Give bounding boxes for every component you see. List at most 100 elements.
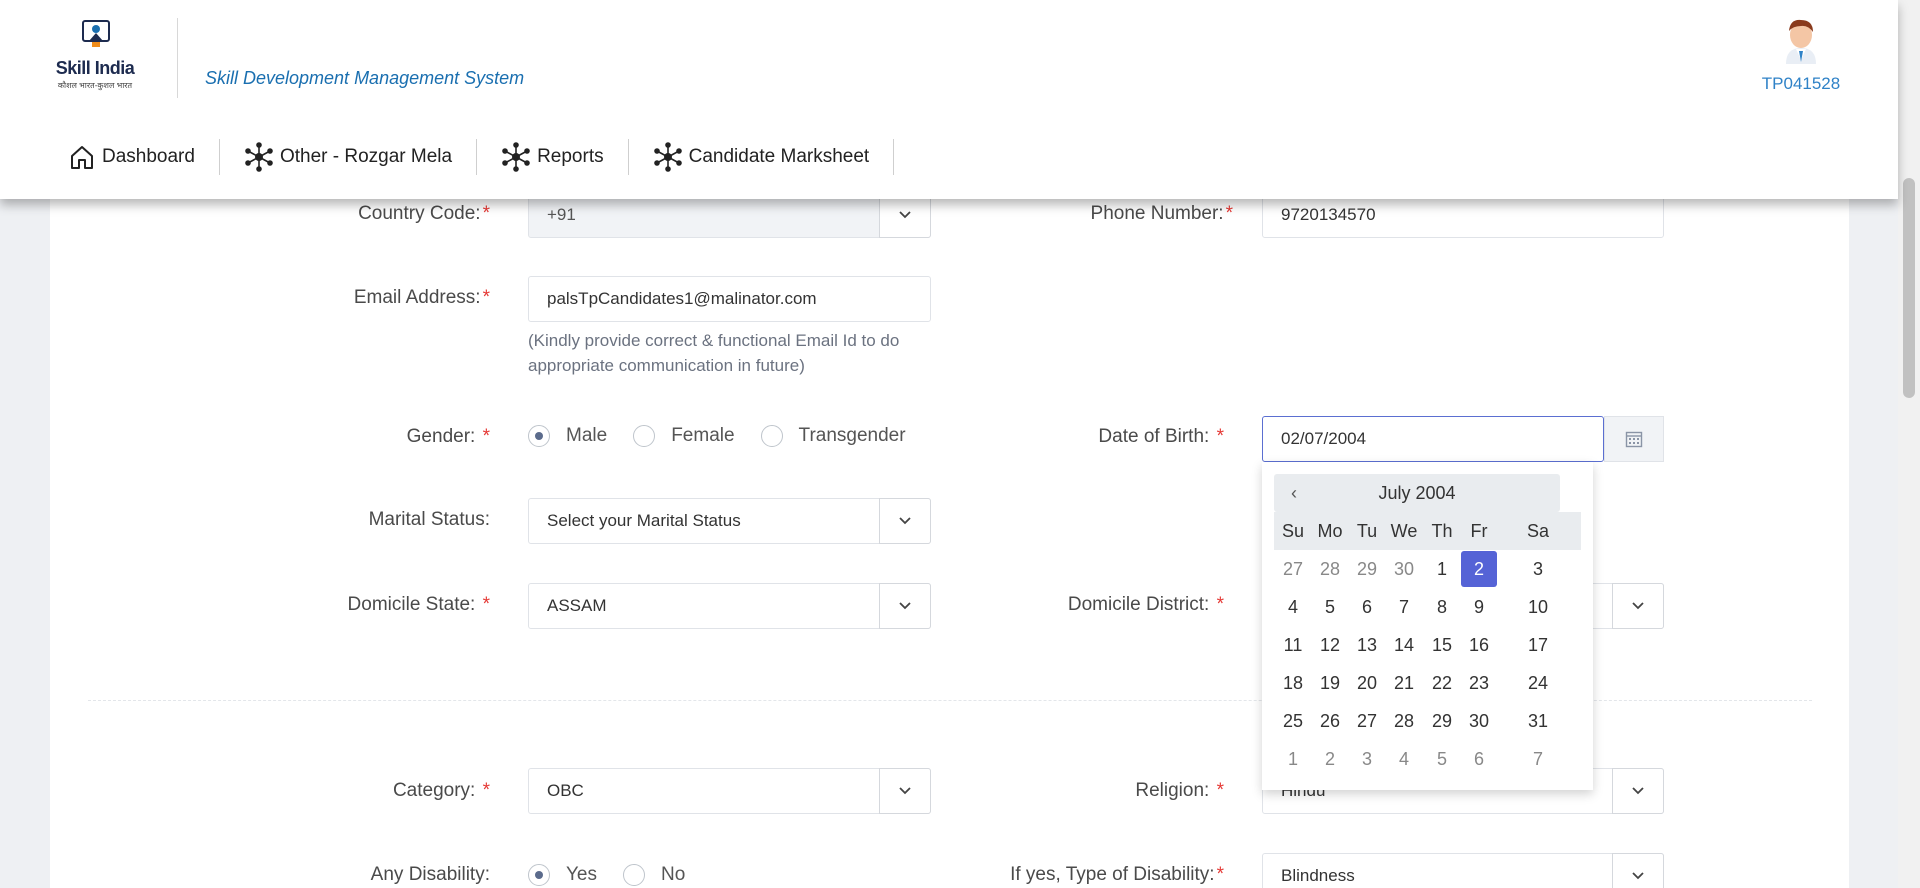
day-cell[interactable]: 7 bbox=[1520, 741, 1556, 777]
gender-male-radio[interactable] bbox=[528, 425, 550, 447]
nav-candidate-marksheet[interactable]: Candidate Marksheet bbox=[629, 139, 895, 175]
day-cell[interactable]: 15 bbox=[1424, 627, 1460, 663]
day-cell[interactable]: 8 bbox=[1424, 589, 1460, 625]
domicile-state-dropdown-button[interactable] bbox=[879, 583, 931, 629]
weekday-sa: Sa bbox=[1526, 520, 1550, 541]
day-cell[interactable]: 20 bbox=[1349, 665, 1385, 701]
day-cell[interactable]: 22 bbox=[1424, 665, 1460, 701]
page-scrollbar[interactable] bbox=[1898, 0, 1920, 888]
day-cell[interactable]: 28 bbox=[1312, 551, 1348, 587]
gender-female-radio[interactable] bbox=[633, 425, 656, 447]
network-icon bbox=[502, 142, 530, 172]
dob-input[interactable]: 02/07/2004 bbox=[1262, 416, 1604, 462]
user-menu[interactable]: TP041528 bbox=[1755, 16, 1847, 94]
day-cell[interactable]: 29 bbox=[1424, 703, 1460, 739]
gender-label: Gender: * bbox=[406, 426, 490, 447]
marital-dropdown-button[interactable] bbox=[879, 498, 931, 544]
weekday-fr: Fr bbox=[1470, 520, 1488, 541]
marital-status-select[interactable]: Select your Marital Status bbox=[528, 498, 931, 544]
domicile-state-select[interactable]: ASSAM bbox=[528, 583, 931, 629]
prev-month-button[interactable]: ‹ bbox=[1274, 474, 1314, 512]
gender-transgender-radio[interactable] bbox=[760, 425, 783, 447]
nav-candidate-marksheet-label: Candidate Marksheet bbox=[688, 146, 870, 167]
day-cell[interactable]: 26 bbox=[1312, 703, 1348, 739]
date-picker-popup: ‹ July 2004 Su Mo Tu We Th Fr Sa 27 28 29 30 1 2 3 4 5 6… bbox=[1262, 462, 1593, 790]
day-cell[interactable]: 11 bbox=[1275, 627, 1311, 663]
network-icon bbox=[653, 142, 682, 172]
disability-yes-radio[interactable] bbox=[528, 864, 550, 886]
day-cell[interactable]: 27 bbox=[1349, 703, 1385, 739]
day-cell[interactable]: 27 bbox=[1275, 551, 1311, 587]
logo-title: Skill India bbox=[55, 58, 135, 78]
day-cell[interactable]: 5 bbox=[1312, 589, 1348, 625]
skill-india-logo[interactable]: Skill India कौशल भारत-कुशल भारत bbox=[52, 20, 138, 92]
category-dropdown-button[interactable] bbox=[879, 768, 931, 814]
nav-dashboard[interactable]: Dashboard bbox=[68, 139, 220, 175]
header-divider bbox=[177, 18, 178, 98]
day-cell[interactable]: 28 bbox=[1386, 703, 1422, 739]
chevron-down-icon bbox=[1632, 872, 1644, 880]
category-select[interactable]: OBC bbox=[528, 768, 931, 814]
day-cell[interactable]: 23 bbox=[1461, 665, 1497, 701]
day-cell[interactable]: 30 bbox=[1386, 551, 1422, 587]
marital-status-placeholder: Select your Marital Status bbox=[547, 511, 741, 530]
day-cell[interactable]: 6 bbox=[1461, 741, 1497, 777]
disability-type-select[interactable]: Blindness bbox=[1262, 853, 1664, 888]
calendar-icon bbox=[1625, 431, 1643, 448]
disability-no-radio[interactable] bbox=[623, 864, 645, 886]
day-cell[interactable]: 3 bbox=[1349, 741, 1385, 777]
day-cell[interactable]: 21 bbox=[1386, 665, 1422, 701]
day-cell[interactable]: 12 bbox=[1312, 627, 1348, 663]
day-cell[interactable]: 16 bbox=[1461, 627, 1497, 663]
email-input[interactable]: palsTpCandidates1@malinator.com bbox=[528, 276, 931, 322]
religion-dropdown-button[interactable] bbox=[1612, 768, 1664, 814]
day-cell[interactable]: 2 bbox=[1312, 741, 1348, 777]
weekday-su: Su bbox=[1281, 520, 1305, 541]
day-cell[interactable]: 1 bbox=[1424, 551, 1460, 587]
day-cell[interactable]: 1 bbox=[1275, 741, 1311, 777]
nav-reports[interactable]: Reports bbox=[477, 139, 629, 175]
day-cell[interactable]: 6 bbox=[1349, 589, 1385, 625]
day-cell[interactable]: 25 bbox=[1275, 703, 1311, 739]
phone-label: Phone Number: * bbox=[1090, 203, 1233, 224]
day-cell[interactable]: 5 bbox=[1424, 741, 1460, 777]
day-cell[interactable]: 31 bbox=[1520, 703, 1556, 739]
weekday-th: Th bbox=[1431, 520, 1453, 541]
month-year-label[interactable]: July 2004 bbox=[1314, 474, 1520, 512]
domicile-district-dropdown-button[interactable] bbox=[1612, 583, 1664, 629]
weekday-mo: Mo bbox=[1317, 520, 1343, 541]
calendar-button[interactable] bbox=[1604, 416, 1664, 462]
day-cell[interactable]: 19 bbox=[1312, 665, 1348, 701]
day-cell[interactable]: 3 bbox=[1520, 551, 1556, 587]
day-cell[interactable]: 29 bbox=[1349, 551, 1385, 587]
chevron-down-icon bbox=[899, 787, 911, 795]
disability-label: Any Disability: bbox=[370, 864, 490, 885]
email-label: Email Address: * bbox=[353, 287, 490, 308]
day-cell[interactable]: 17 bbox=[1520, 627, 1556, 663]
gender-female-label[interactable]: Female bbox=[671, 425, 734, 447]
scrollbar-thumb[interactable] bbox=[1903, 178, 1915, 398]
day-cell[interactable]: 24 bbox=[1520, 665, 1556, 701]
category-label: Category: * bbox=[392, 780, 490, 801]
day-cell[interactable]: 10 bbox=[1520, 589, 1556, 625]
disability-radio-group: Yes No bbox=[528, 864, 711, 886]
day-cell[interactable]: 4 bbox=[1275, 589, 1311, 625]
gender-male-label[interactable]: Male bbox=[566, 425, 607, 447]
gender-radio-group: Male Female Transgender bbox=[528, 425, 932, 447]
day-cell[interactable]: 2 bbox=[1461, 551, 1497, 587]
nav-reports-label: Reports bbox=[537, 146, 604, 167]
disability-type-dropdown-button[interactable] bbox=[1612, 853, 1664, 888]
chevron-down-icon bbox=[1632, 787, 1644, 795]
day-cell[interactable]: 14 bbox=[1386, 627, 1422, 663]
day-cell[interactable]: 4 bbox=[1386, 741, 1422, 777]
day-cell[interactable]: 13 bbox=[1349, 627, 1385, 663]
disability-no-label[interactable]: No bbox=[661, 864, 685, 886]
day-cell[interactable]: 18 bbox=[1275, 665, 1311, 701]
day-cell[interactable]: 7 bbox=[1386, 589, 1422, 625]
gender-transgender-label[interactable]: Transgender bbox=[799, 425, 906, 447]
dob-label: Date of Birth: * bbox=[1098, 426, 1224, 447]
disability-yes-label[interactable]: Yes bbox=[566, 864, 597, 886]
nav-rozgar-mela[interactable]: Other - Rozgar Mela bbox=[220, 139, 478, 175]
day-cell[interactable]: 9 bbox=[1461, 589, 1497, 625]
day-cell[interactable]: 30 bbox=[1461, 703, 1497, 739]
